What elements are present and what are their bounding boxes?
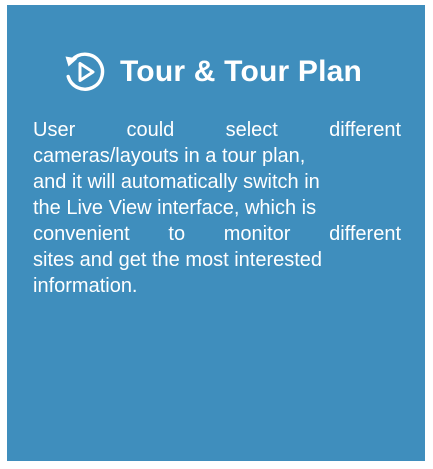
description-line: sites and get the most interested bbox=[33, 249, 323, 271]
description-line: User could select different bbox=[33, 119, 401, 141]
card-header: Tour & Tour Plan bbox=[62, 49, 362, 95]
description-line: information. bbox=[33, 275, 138, 297]
card-title: Tour & Tour Plan bbox=[120, 55, 363, 88]
description-line: and it will automatically switch in bbox=[33, 171, 320, 193]
description-line: the Live View interface, which is bbox=[33, 197, 317, 219]
description-line: cameras/layouts in a tour plan, bbox=[33, 145, 306, 167]
replay-play-icon bbox=[62, 49, 108, 95]
feature-card: Tour & Tour Plan User could select diffe… bbox=[7, 5, 425, 461]
card-description: User could select different cameras/layo… bbox=[33, 117, 401, 299]
description-line: convenient to monitor different bbox=[33, 223, 401, 245]
